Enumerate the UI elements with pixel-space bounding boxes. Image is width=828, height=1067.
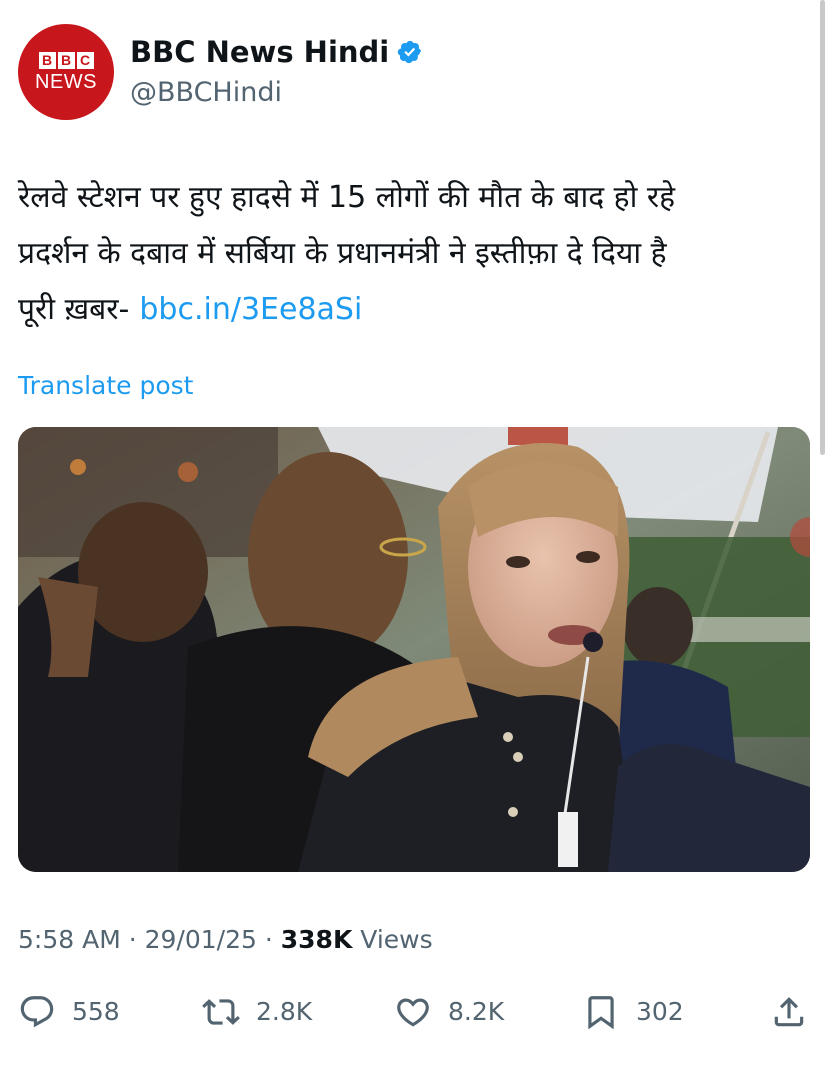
bbc-logo-blocks: B B C xyxy=(38,51,94,69)
post-time[interactable]: 5:58 AM xyxy=(18,925,121,954)
post-date[interactable]: 29/01/25 xyxy=(145,925,257,954)
translate-post-link[interactable]: Translate post xyxy=(18,370,193,402)
tweet-header: B B C NEWS BBC News Hindi @BBCHindi xyxy=(18,24,798,120)
verified-badge-icon[interactable] xyxy=(397,39,423,65)
reply-count: 558 xyxy=(72,997,120,1026)
reply-icon xyxy=(20,996,54,1028)
link-prefix: पूरी ख़बर- xyxy=(18,292,130,327)
heart-icon xyxy=(397,998,429,1027)
tweet-text-line: पूरी ख़बर-bbc.in/3Ee8aSi xyxy=(18,282,808,338)
bbc-logo-letter: C xyxy=(76,51,94,69)
action-bar: 558 2.8K 8.2K 302 xyxy=(18,990,818,1034)
repost-count: 2.8K xyxy=(256,997,313,1026)
repost-icon xyxy=(202,999,240,1025)
bookmark-count: 302 xyxy=(636,997,684,1026)
avatar[interactable]: B B C NEWS xyxy=(18,24,114,120)
tweet-text-line: प्रदर्शन के दबाव में सर्बिया के प्रधानमं… xyxy=(18,236,667,271)
bbc-logo-letter: B xyxy=(38,51,56,69)
tweet-text: रेलवे स्टेशन पर हुए हादसे में 15 लोगों क… xyxy=(18,170,808,338)
repost-button[interactable]: 2.8K xyxy=(202,990,312,1034)
views-count[interactable]: 338K xyxy=(281,925,353,954)
tweet-meta: 5:58 AM · 29/01/25 · 338K Views xyxy=(18,922,433,958)
bbc-logo-letter: B xyxy=(57,51,75,69)
name-row: BBC News Hindi xyxy=(130,34,423,70)
reply-button[interactable]: 558 xyxy=(18,990,120,1034)
tweet-text-line: रेलवे स्टेशन पर हुए हादसे में 15 लोगों क… xyxy=(18,180,676,215)
tweet-photo[interactable] xyxy=(18,427,810,872)
share-icon xyxy=(774,997,804,1027)
display-name[interactable]: BBC News Hindi xyxy=(130,34,389,70)
article-link[interactable]: bbc.in/3Ee8aSi xyxy=(139,292,362,327)
handle[interactable]: @BBCHindi xyxy=(130,76,282,110)
meta-separator: · xyxy=(264,925,273,954)
bookmark-icon xyxy=(588,996,614,1030)
like-count: 8.2K xyxy=(448,997,505,1026)
bbc-logo-word: NEWS xyxy=(35,70,97,93)
protest-photo-image xyxy=(18,427,810,872)
bookmark-button[interactable]: 302 xyxy=(582,990,684,1034)
views-label: Views xyxy=(360,925,433,954)
meta-separator: · xyxy=(128,925,137,954)
like-button[interactable]: 8.2K xyxy=(394,990,504,1034)
scrollbar[interactable] xyxy=(820,0,825,455)
share-button[interactable] xyxy=(770,990,808,1034)
